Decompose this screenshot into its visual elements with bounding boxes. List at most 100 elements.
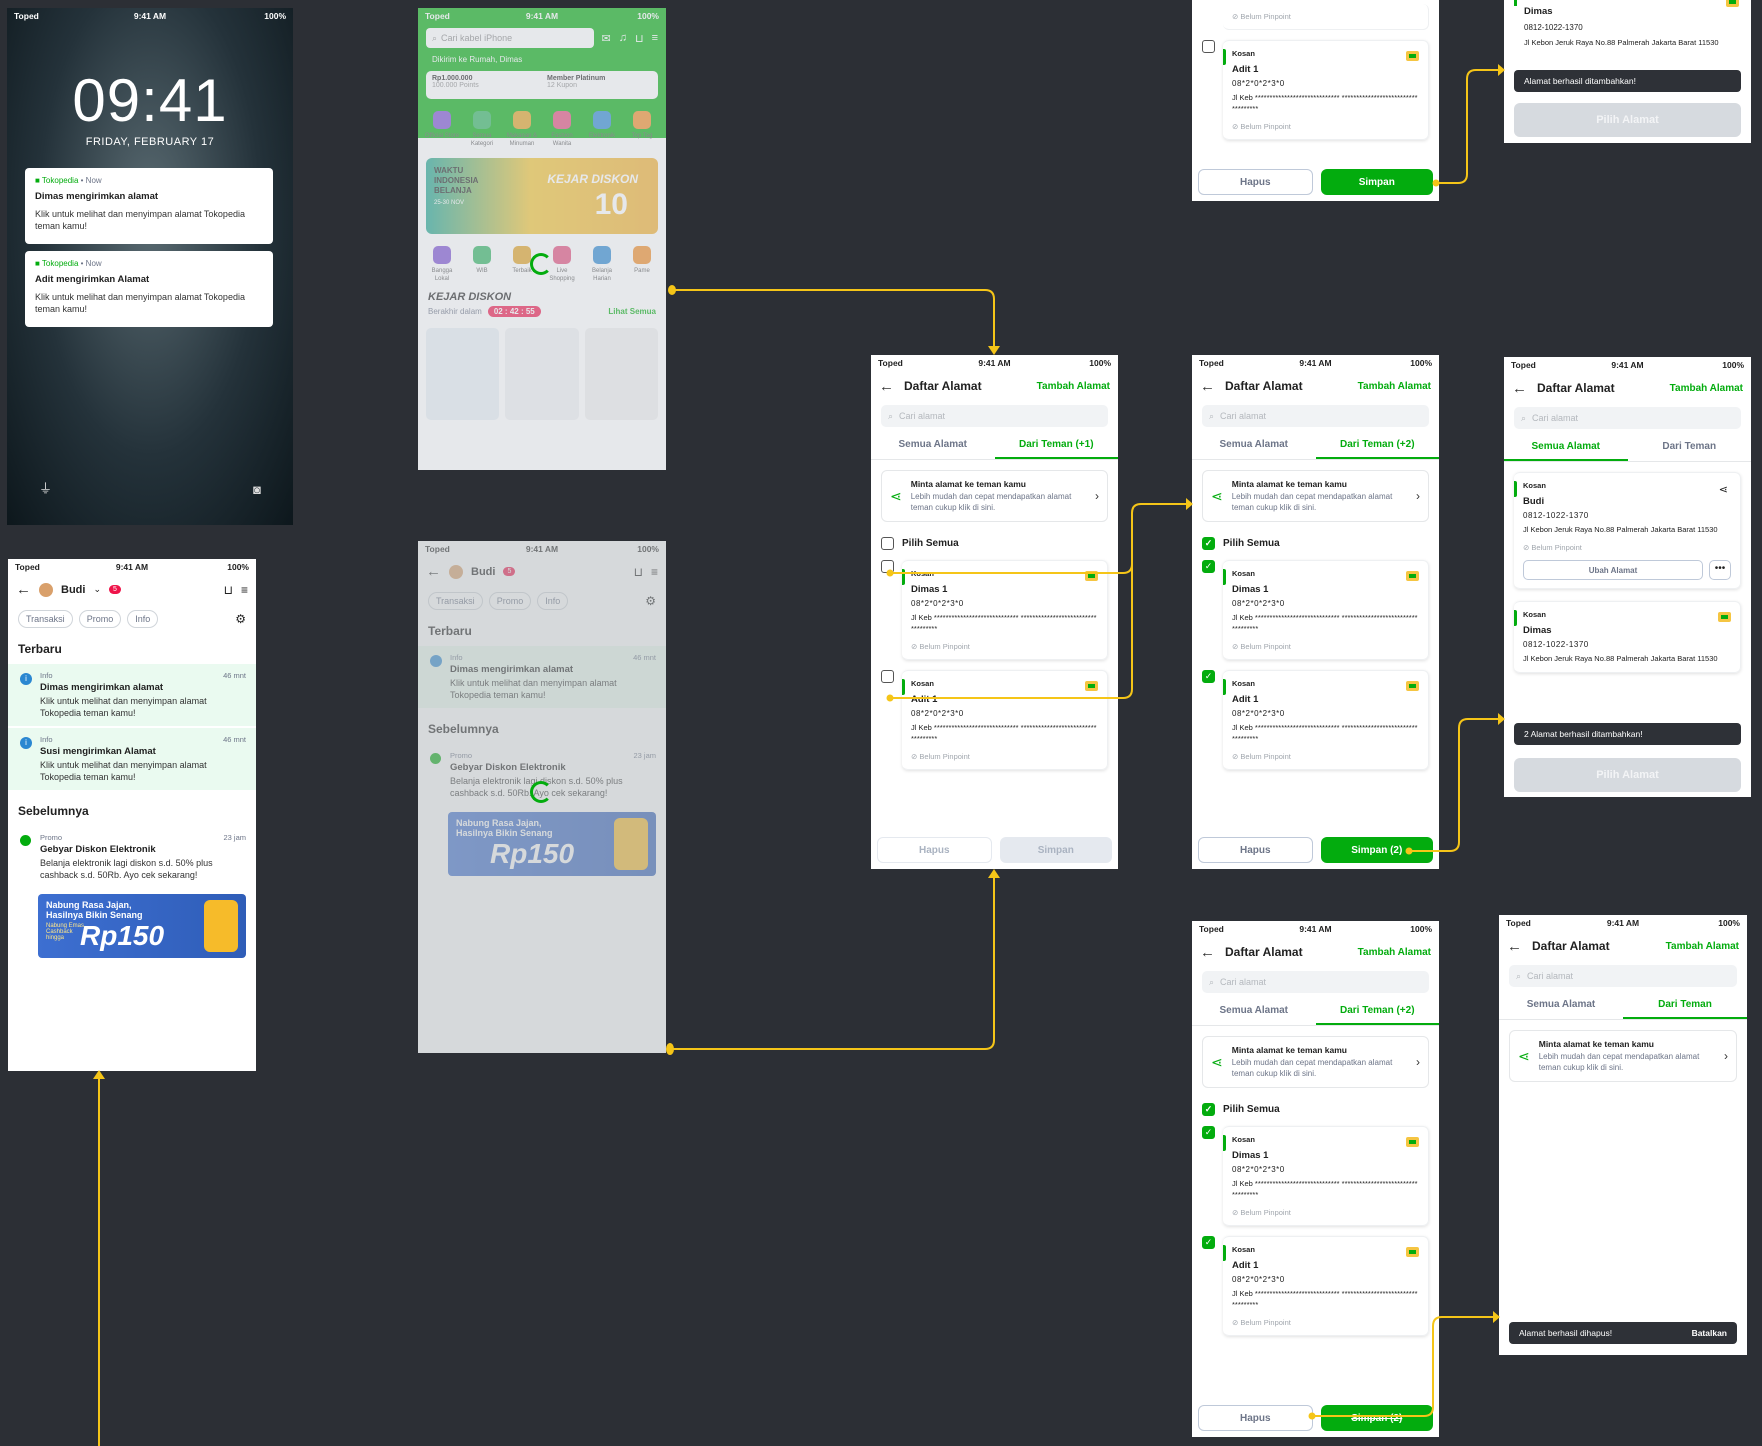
share-icon: ⋖ [1211, 1053, 1223, 1070]
recipient-address: Jl Kebon Jeruk Raya No.88 Palmerah Jakar… [1523, 654, 1718, 663]
simpan-button[interactable]: Simpan [999, 837, 1112, 863]
cart-icon[interactable]: ⊔ [224, 583, 233, 597]
batalkan-button[interactable]: Batalkan [1692, 1328, 1727, 1338]
search-input[interactable]: ⌕ Cari alamat [1514, 407, 1741, 429]
search-input[interactable]: ⌕ Cari alamat [1509, 965, 1737, 987]
back-arrow-icon[interactable]: ← [16, 581, 31, 598]
inbox-item[interactable]: Promo 23 jam Gebyar Diskon Elektronik Bel… [8, 826, 256, 888]
inbox-item[interactable]: i Info 46 mnt Susi mengirimkan Alamat Kli… [8, 728, 256, 790]
address-checkbox[interactable]: ✓ [1202, 1126, 1215, 1139]
chevron-right-icon: › [1095, 489, 1099, 503]
address-card[interactable]: Kosan Dimas 1 08*2*0*2*3*0 Jl Keb *********… [1223, 560, 1429, 660]
inbox-item[interactable]: i Info 46 mnt Dimas mengirimkan alamat Kl… [8, 664, 256, 726]
tab-dari-teman[interactable]: Dari Teman [1623, 991, 1747, 1019]
back-arrow-icon[interactable]: ← [879, 378, 894, 395]
user-name[interactable]: Budi [61, 584, 85, 596]
back-arrow-icon[interactable]: ← [1512, 380, 1527, 397]
address-label: Kosan [1523, 610, 1546, 619]
hapus-button[interactable]: Hapus [1198, 1405, 1313, 1431]
address-card[interactable]: Kosan Adit 1 08*2*0*2*3*0 Jl Keb **********… [1223, 40, 1429, 140]
tab-dari-teman[interactable]: Dari Teman (+2) [1315, 431, 1439, 459]
promo-icon [20, 835, 31, 846]
tambah-alamat-button[interactable]: Tambah Alamat [1666, 941, 1739, 952]
pilih-alamat-button[interactable]: Pilih Alamat [1514, 103, 1741, 137]
back-arrow-icon[interactable]: ← [1200, 378, 1215, 395]
ubah-alamat-button[interactable]: Ubah Alamat [1523, 560, 1703, 580]
notification-card[interactable]: ■ Tokopedia • Now Dimas mengirimkan alam… [25, 168, 273, 244]
search-input[interactable]: ⌕ Cari alamat [1202, 405, 1429, 427]
pilih-alamat-button[interactable]: Pilih Alamat [1514, 758, 1741, 792]
address-checkbox[interactable]: ✓ [1202, 560, 1215, 573]
gear-icon[interactable]: ⚙ [235, 612, 246, 626]
request-address-card[interactable]: ⋖ Minta alamat ke teman kamu Lebih mudah d… [1509, 1030, 1737, 1082]
recipient-phone: 08*2*0*2*3*0 [1232, 1165, 1285, 1174]
address-card[interactable]: Kosan Dimas 0812-1022-1370 Jl Kebon Jeru… [1514, 601, 1741, 673]
address-checkbox[interactable]: ✓ [1202, 1236, 1215, 1249]
hapus-button[interactable]: Hapus [1198, 837, 1313, 863]
promo-image[interactable]: Nabung Rasa Jajan, Hasilnya Bikin Senang… [38, 894, 246, 958]
select-all-checkbox[interactable] [881, 537, 894, 550]
address-card[interactable]: Kosan Adit 1 08*2*0*2*3*0 Jl Keb **********… [902, 670, 1108, 770]
toast-deleted: Alamat berhasil dihapus! Batalkan [1509, 1322, 1737, 1344]
tab-dari-teman[interactable]: Dari Teman (+1) [994, 431, 1118, 459]
address-card[interactable]: Kosan Adit 1 08*2*0*2*3*0 Jl Keb **********… [1223, 670, 1429, 770]
menu-icon[interactable]: ≡ [241, 583, 248, 597]
search-icon: ⌕ [1521, 412, 1527, 423]
phone-illustration [204, 900, 238, 952]
tambah-alamat-button[interactable]: Tambah Alamat [1358, 381, 1431, 392]
pinpoint-status: ⊘ Belum Pinpoint [911, 752, 970, 761]
address-card[interactable]: Kosan Dimas 1 08*2*0*2*3*0 Jl Keb *********… [902, 560, 1108, 660]
select-all-checkbox[interactable]: ✓ [1202, 537, 1215, 550]
simpan-button[interactable]: Simpan (2) [1320, 837, 1433, 863]
request-address-card[interactable]: ⋖ Minta alamat ke teman kamu Lebih mudah d… [1202, 470, 1429, 522]
address-card[interactable]: ⋖ Kosan Budi 0812-1022-1370 Jl Kebon Jer… [1514, 472, 1741, 589]
back-arrow-icon[interactable]: ← [1507, 938, 1522, 955]
tab-semua-alamat[interactable]: Semua Alamat [1504, 433, 1628, 461]
notification-card[interactable]: ■ Tokopedia • Now Adit mengirimkan Alama… [25, 251, 273, 327]
tab-semua-alamat[interactable]: Semua Alamat [871, 431, 995, 459]
share-icon[interactable]: ⋖ [1719, 483, 1728, 496]
search-input[interactable]: ⌕ Cari alamat [1202, 971, 1429, 993]
status-carrier: Toped [1506, 918, 1531, 928]
camera-icon[interactable]: ◙ [253, 482, 261, 497]
address-checkbox[interactable]: ✓ [1202, 670, 1215, 683]
address-checkbox[interactable] [881, 670, 894, 683]
recipient-phone: 0812-1022-1370 [1523, 640, 1589, 649]
address-checkbox[interactable] [881, 560, 894, 573]
address-tag-icon [1406, 51, 1419, 61]
flashlight-icon[interactable]: ⏚ [39, 478, 52, 497]
select-all-checkbox[interactable]: ✓ [1202, 1103, 1215, 1116]
tambah-alamat-button[interactable]: Tambah Alamat [1037, 381, 1110, 392]
request-address-card[interactable]: ⋖ Minta alamat ke teman kamu Lebih mudah d… [881, 470, 1108, 522]
chip-info[interactable]: Info [127, 610, 159, 628]
pinpoint-status: ⊘ Belum Pinpoint [911, 642, 970, 651]
recipient-phone: 08*2*0*2*3*0 [1232, 79, 1285, 88]
share-icon: ⋖ [890, 487, 902, 504]
hapus-button[interactable]: Hapus [1198, 169, 1313, 195]
tab-semua-alamat[interactable]: Semua Alamat [1499, 991, 1623, 1019]
more-options-icon[interactable]: ••• [1709, 560, 1731, 580]
tab-dari-teman[interactable]: Dari Teman [1628, 433, 1752, 461]
request-address-card[interactable]: ⋖ Minta alamat ke teman kamu Lebih mudah d… [1202, 1036, 1429, 1088]
hapus-button[interactable]: Hapus [877, 837, 992, 863]
simpan-button[interactable]: Simpan [1320, 169, 1433, 195]
item-type: Promo [40, 833, 63, 842]
tab-semua-alamat[interactable]: Semua Alamat [1192, 431, 1316, 459]
address-checkbox[interactable] [1202, 40, 1215, 53]
tab-semua-alamat[interactable]: Semua Alamat [1192, 997, 1316, 1025]
simpan-button[interactable]: Simpan (2) [1320, 1405, 1433, 1431]
tambah-alamat-button[interactable]: Tambah Alamat [1670, 383, 1743, 394]
back-arrow-icon[interactable]: ← [1200, 944, 1215, 961]
status-battery: 100% [1722, 360, 1745, 370]
status-battery: 100% [1718, 918, 1740, 928]
tab-dari-teman[interactable]: Dari Teman (+2) [1315, 997, 1439, 1025]
chip-transaksi[interactable]: Transaksi [18, 610, 73, 628]
chevron-down-icon[interactable]: ⌄ [93, 584, 101, 595]
chip-promo[interactable]: Promo [78, 610, 122, 628]
tambah-alamat-button[interactable]: Tambah Alamat [1358, 947, 1431, 958]
address-card[interactable]: Kosan Adit 1 08*2*0*2*3*0 Jl Keb **********… [1223, 1236, 1429, 1336]
info-icon: i [20, 673, 32, 685]
address-card[interactable]: Kosan Dimas 1 08*2*0*2*3*0 Jl Keb *********… [1223, 1126, 1429, 1226]
search-input[interactable]: ⌕ Cari alamat [881, 405, 1108, 427]
notif-body: Klik untuk melihat dan menyimpan alamat … [35, 209, 245, 231]
